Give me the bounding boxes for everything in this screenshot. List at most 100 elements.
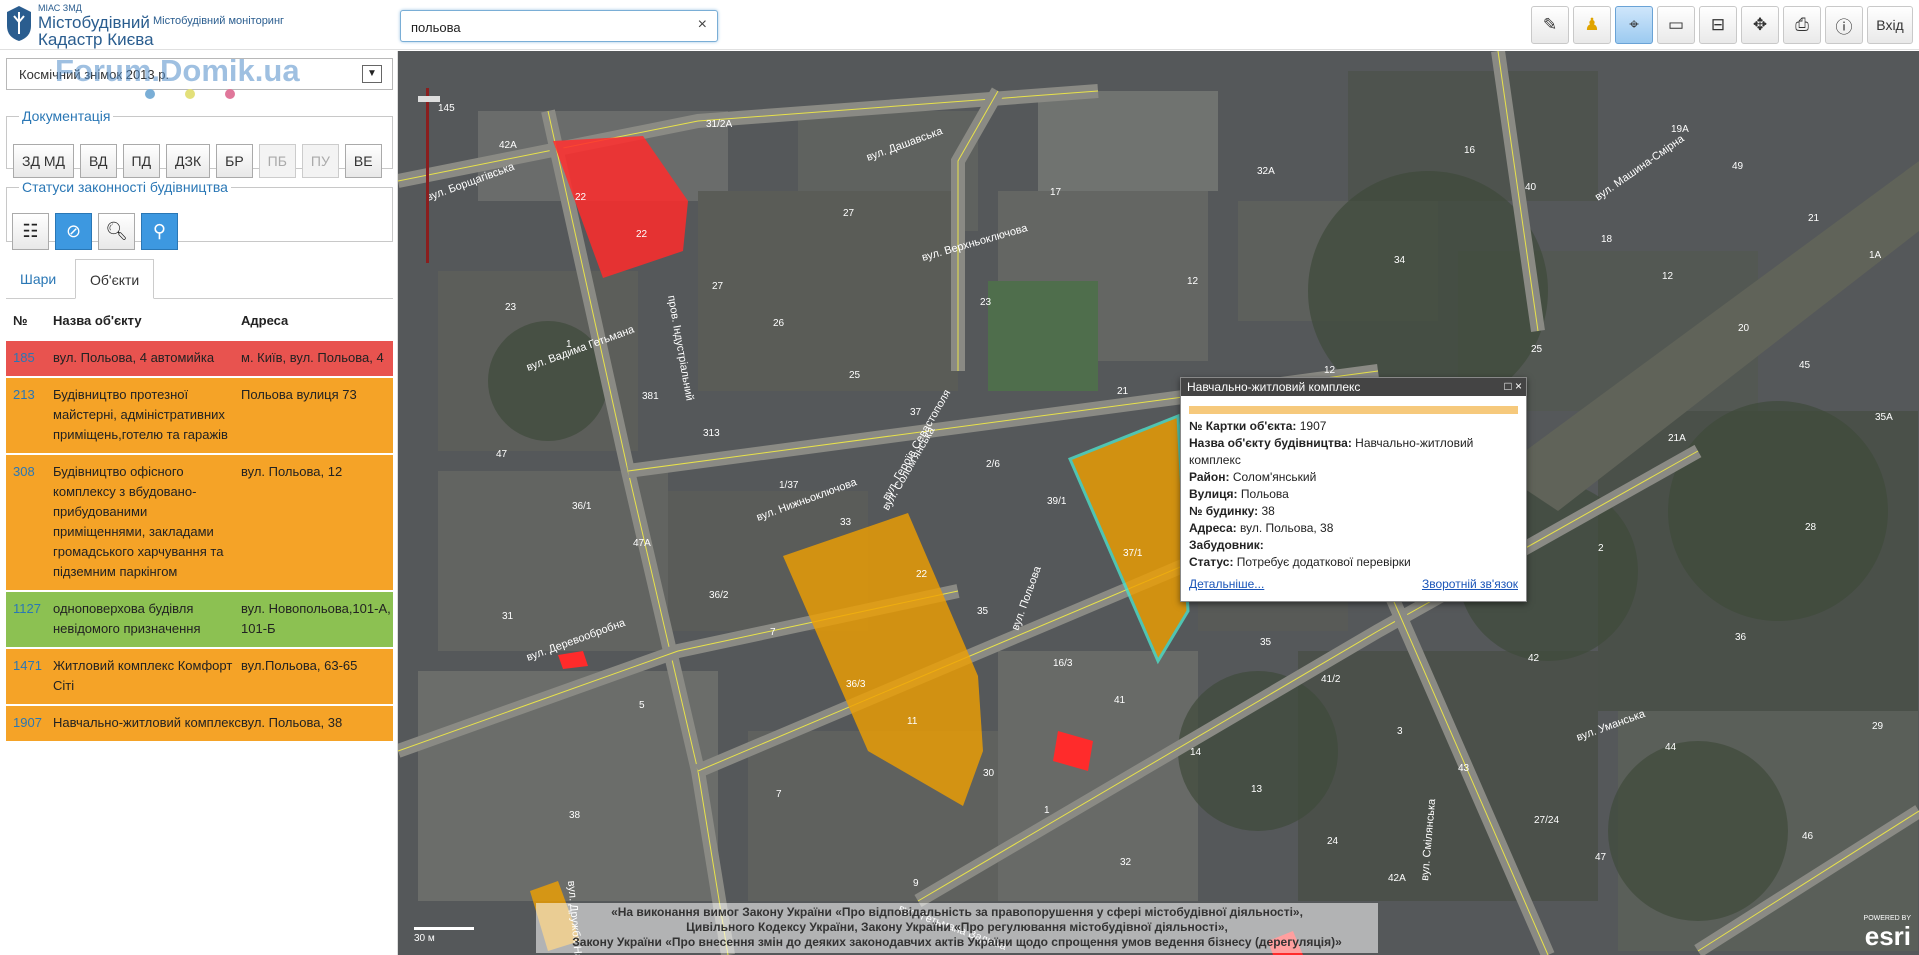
search-box[interactable]: × [400,10,718,42]
table-row[interactable]: 1471 Житловий комплекс Комфорт Сіті вул.По… [6,647,393,704]
table-row[interactable]: 1127 одноповерхова будівля невідомого при… [6,590,393,647]
popup-field-key: Адреса: [1189,521,1237,535]
status-legend: Статуси законності будівництва [22,179,228,195]
search-icon[interactable]: 🔍︎ [98,213,135,250]
table-row[interactable]: 185 вул. Польова, 4 автомийка м. Київ, вул… [6,339,393,376]
basemap-value: Космічний знімок 2013 р. [19,67,170,82]
house-number-label: 28 [1805,522,1817,533]
basemap-select[interactable]: Космічний знімок 2013 р. ▼ [6,58,393,90]
tab-objects[interactable]: Об'єкти [75,259,155,299]
popup-field-key: Вулиця: [1189,487,1238,501]
search-input[interactable] [411,18,681,36]
objects-table: № Назва об'єкту Адреса 185 вул. Польова, … [6,301,393,741]
kyiv-logo [7,6,31,41]
maximize-icon[interactable]: □ [1504,379,1511,393]
doc-button-br[interactable]: БР [216,144,253,178]
doc-button-dzk[interactable]: ДЗК [166,144,211,178]
row-num[interactable]: 1127 [6,599,53,639]
house-number-label: 49 [1732,161,1744,172]
house-number-label: 23 [505,302,517,313]
house-number-label: 26 [773,318,785,329]
row-num[interactable]: 213 [6,385,53,445]
col-num: № [13,312,28,328]
row-address: вул. Польова, 12 [241,464,343,479]
house-number-label: 12 [1324,365,1336,376]
house-number-label: 27 [712,281,724,292]
map-block [698,191,958,391]
house-number-label: 31/2А [706,119,732,130]
house-number-label: 7 [770,627,776,638]
print-icon[interactable]: ⎙ [1783,6,1821,44]
esri-logo: POWERED BY esri [1864,915,1911,949]
no-build-icon[interactable]: ⊘ [55,213,92,250]
dot-yellow [185,89,195,99]
law-line-1: «На виконання вимог Закону України «Про … [611,905,1303,919]
row-num[interactable]: 1907 [6,713,53,733]
info-icon[interactable]: ⓘ [1825,6,1863,44]
table-row[interactable]: 308 Будівництво офісного комплексу з вбуд… [6,453,393,590]
row-num[interactable]: 1471 [6,656,53,696]
close-icon[interactable]: × [1515,379,1522,393]
zoom-handle[interactable] [418,96,440,102]
chevron-down-icon[interactable]: ▼ [362,65,382,83]
popup-field-key: № Картки об'єкта: [1189,419,1297,433]
measure-icon[interactable]: ▭ [1657,6,1695,44]
list-building-icon[interactable]: ☷ [12,213,49,250]
doc-button-ve[interactable]: ВЕ [344,144,382,178]
house-number-label: 44 [1665,742,1677,753]
clear-icon[interactable]: × [698,16,707,34]
map-toolbar: ✎ ♟ ⌖ ▭ ⊟ ✥ ⎙ ⓘ Вхід [1531,6,1919,46]
house-number-label: 46 [1802,831,1814,842]
scale-bar: 30 м [414,917,474,947]
map-view[interactable]: вул. Борщагівська вул. Дашавська вул. Вади… [398,51,1919,955]
table-row[interactable]: 213 Будівництво протезної майстерні, адмі… [6,376,393,453]
layout-icon[interactable]: ⊟ [1699,6,1737,44]
house-number-label: 313 [703,428,720,439]
house-number-label: 27/24 [1534,815,1559,826]
table-row[interactable]: 1907 Навчально-житловий комплекс вул. Поль… [6,704,393,741]
row-num[interactable]: 308 [6,462,53,582]
login-button[interactable]: Вхід [1867,6,1913,44]
house-number-label: 30 [983,768,995,779]
house-number-label: 43 [1458,763,1470,774]
popup-field-key: Назва об'єкту будівництва: [1189,436,1352,450]
doc-button-pu[interactable]: ПУ [301,144,339,178]
house-number-label: 381 [642,391,659,402]
app-subtitle: Містобудівний моніторинг [153,15,285,27]
satellite-map[interactable]: вул. Борщагівськавул. Дашавськавул. Вади… [398,51,1919,955]
house-number-label: 18 [1601,234,1613,245]
doc-button-vd[interactable]: ВД [79,144,117,178]
house-number-label: 1 [1044,805,1050,816]
house-number-label: 2 [1598,543,1604,554]
details-link[interactable]: Детальніше... [1189,577,1264,591]
doc-button-pb[interactable]: ПБ [258,144,296,178]
house-number-label: 1/37 [779,480,799,491]
house-number-label: 145 [438,103,455,114]
doc-button-pd[interactable]: ПД [122,144,161,178]
house-number-label: 47А [633,538,651,549]
house-number-label: 16 [1464,145,1476,156]
doc-button-zdmd[interactable]: ЗД МД [13,144,74,178]
house-number-label: 21 [1808,213,1820,224]
row-num[interactable]: 185 [6,348,53,368]
popup-field-key: № будинку: [1189,504,1259,518]
popup-field-value: Потребує додаткової перевірки [1236,555,1411,569]
compass-icon[interactable]: ⌖ [1615,6,1653,44]
house-number-label: 20 [1738,323,1750,334]
move-icon[interactable]: ✥ [1741,6,1779,44]
edit-icon[interactable]: ✎ [1531,6,1569,44]
house-number-label: 21 [1117,386,1129,397]
tab-layers[interactable]: Шари [6,259,70,299]
brand-title: МІАС ЗМД Містобудівний Кадастр Києва [38,3,154,48]
search-zoom-icon[interactable]: ⚲ [141,213,178,250]
feedback-link[interactable]: Зворотній зв'язок [1422,577,1518,591]
dot-pink [225,89,235,99]
left-panel: Космічний знімок 2013 р. ▼ Forum.Domik.u… [0,51,398,955]
house-number-label: 35А [1875,412,1893,423]
row-address: м. Київ, вул. Польова, 4 [241,350,384,365]
zoom-slider[interactable] [426,88,429,263]
house-number-label: 13 [1251,784,1263,795]
info-popup: Навчально-житловий комплекс □ × № Картки… [1180,377,1527,602]
law-notice: «На виконання вимог Закону України «Про … [536,903,1378,953]
streetview-person-icon[interactable]: ♟ [1573,6,1611,44]
